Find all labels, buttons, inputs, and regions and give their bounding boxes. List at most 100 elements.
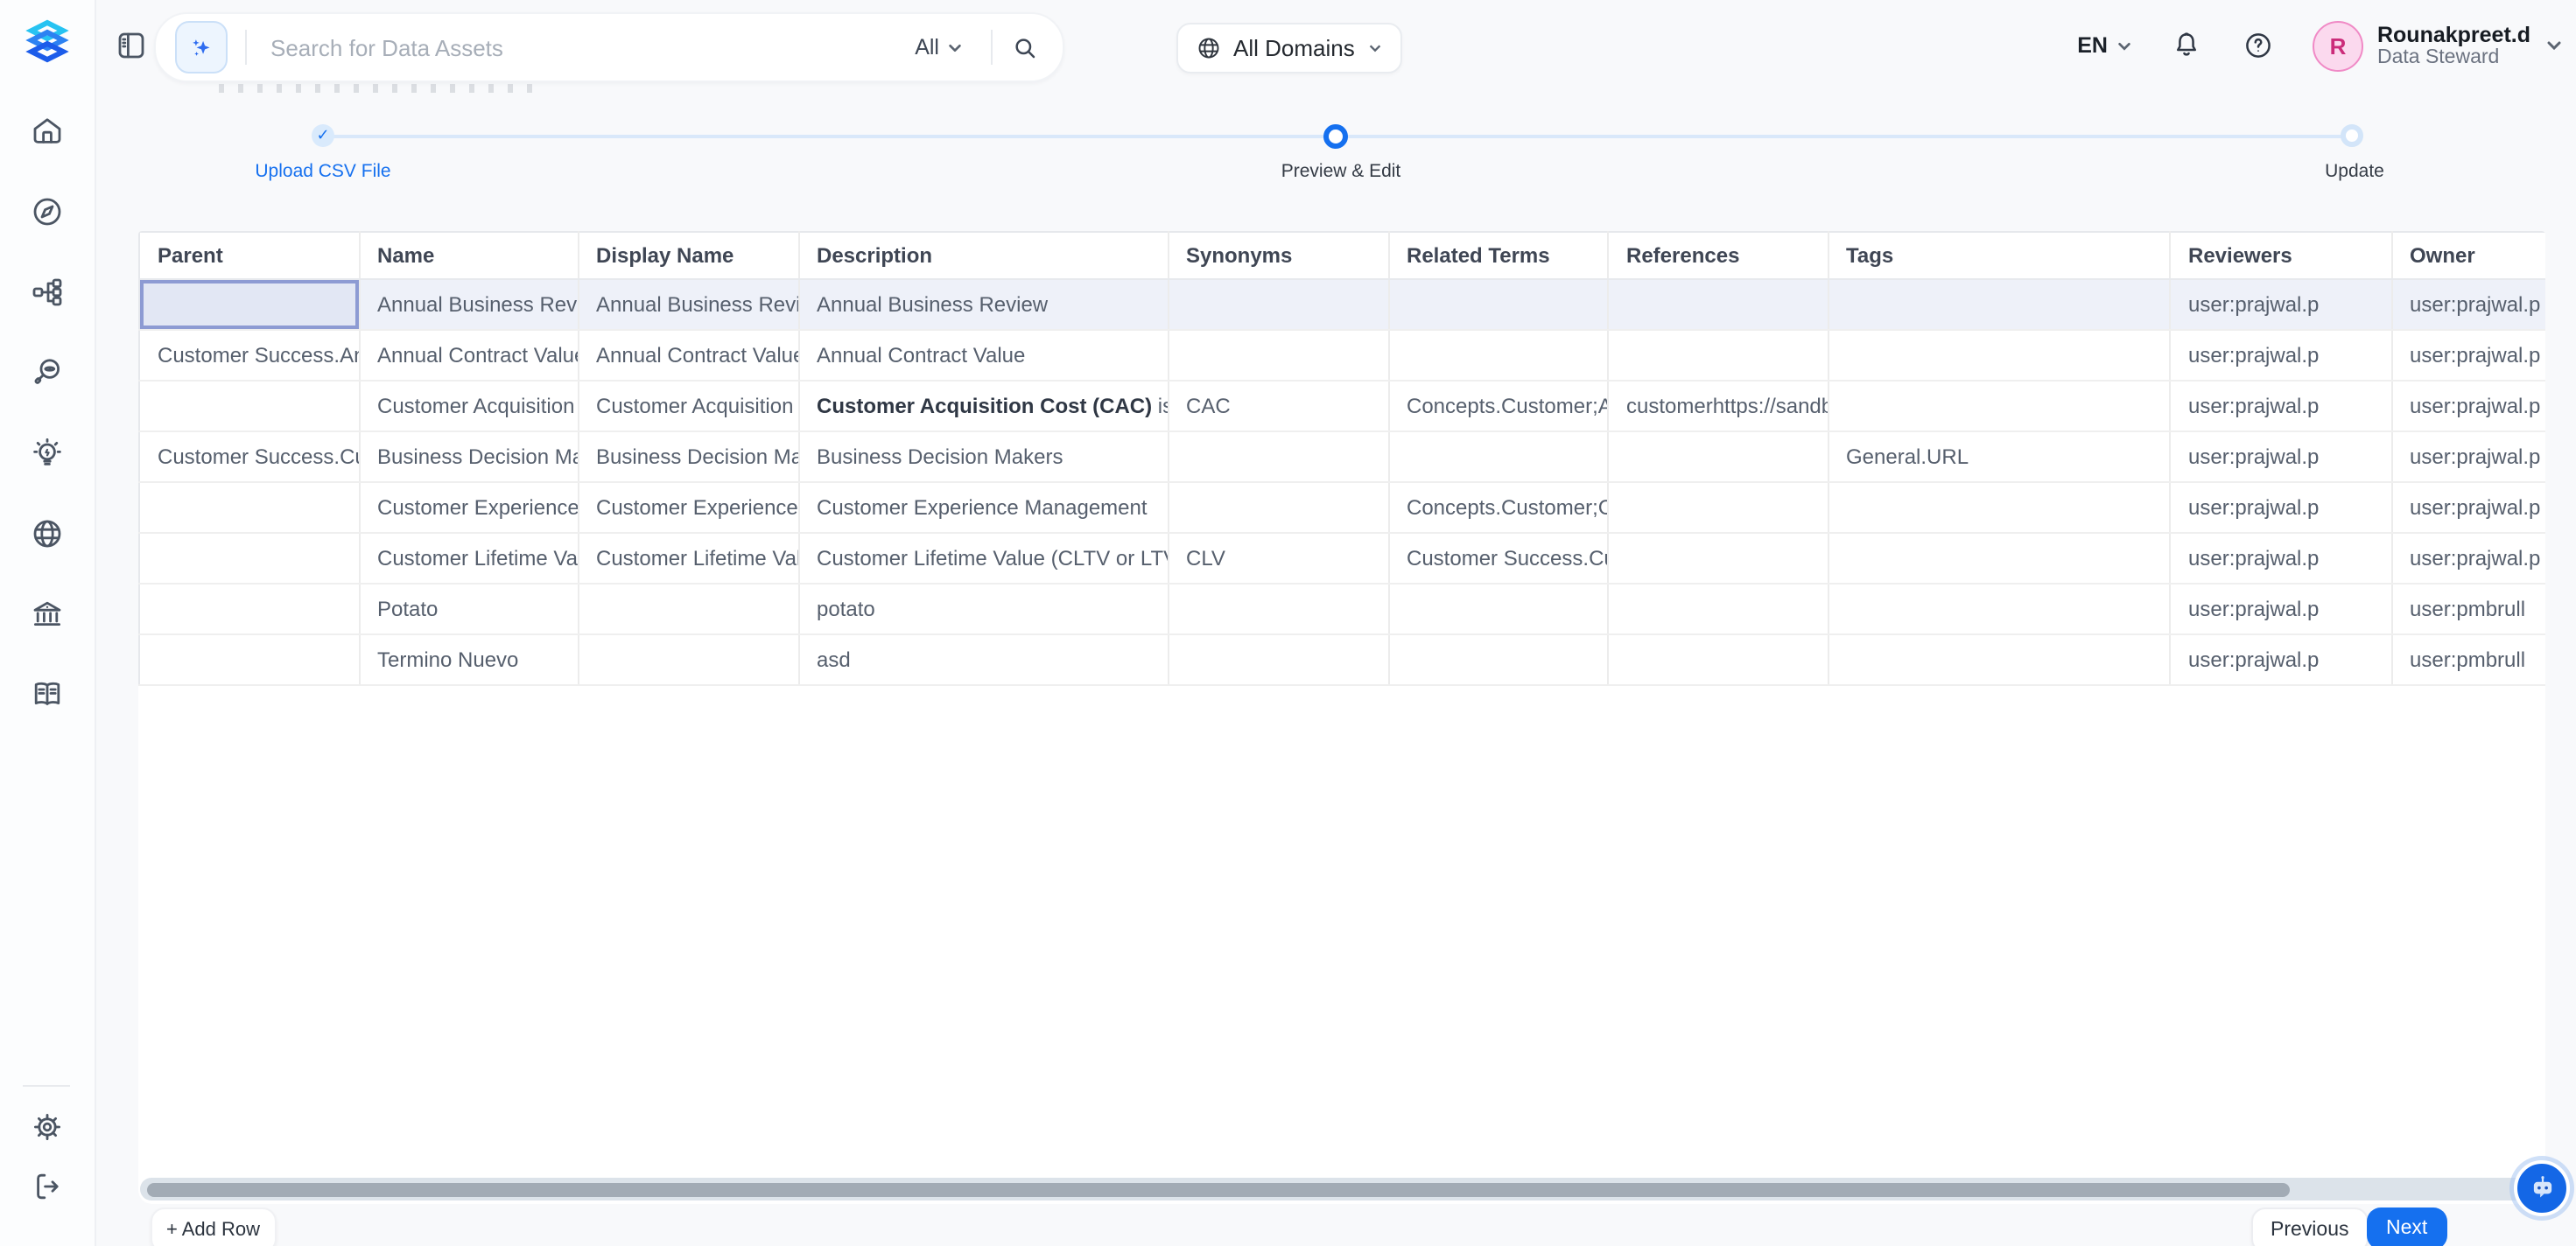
grid-cell-r4-c2[interactable]: Customer Experience ... (578, 482, 798, 533)
all-domains-button[interactable]: All Domains (1176, 23, 1402, 74)
logout-icon[interactable] (29, 1167, 66, 1204)
sidebar-item-home[interactable] (29, 112, 66, 149)
grid-cell-r4-c9[interactable]: user:prajwal.p (2391, 482, 2545, 533)
grid-cell-r7-c9[interactable]: user:pmbrull (2391, 634, 2545, 685)
grid-cell-r3-c4[interactable] (1168, 431, 1388, 482)
grid-cell-r4-c0[interactable] (139, 482, 359, 533)
grid-cell-r6-c3[interactable]: potato (798, 584, 1168, 634)
grid-cell-r3-c0[interactable]: Customer Success.Cu... (139, 431, 359, 482)
grid-cell-r7-c3[interactable]: asd (798, 634, 1168, 685)
grid-cell-r1-c6[interactable] (1608, 330, 1828, 381)
settings-gear-icon[interactable] (29, 1108, 66, 1144)
grid-cell-r0-c7[interactable] (1828, 279, 2170, 330)
grid-cell-r1-c0[interactable]: Customer Success.An... (139, 330, 359, 381)
grid-cell-r4-c4[interactable] (1168, 482, 1388, 533)
grid-cell-r6-c1[interactable]: Potato (359, 584, 578, 634)
grid-cell-r1-c9[interactable]: user:prajwal.p (2391, 330, 2545, 381)
step-upload-csv-label[interactable]: Upload CSV File (255, 161, 390, 182)
grid-cell-r5-c6[interactable] (1608, 533, 1828, 584)
grid-cell-r6-c2[interactable] (578, 584, 798, 634)
grid-cell-r6-c4[interactable] (1168, 584, 1388, 634)
sidebar-item-lineage[interactable] (29, 273, 66, 310)
grid-cell-r5-c2[interactable]: Customer Lifetime Val... (578, 533, 798, 584)
grid-cell-r4-c1[interactable]: Customer Experience ... (359, 482, 578, 533)
app-logo[interactable] (23, 16, 72, 68)
horizontal-scrollbar-track[interactable] (140, 1178, 2544, 1200)
grid-cell-r0-c4[interactable] (1168, 279, 1388, 330)
grid-cell-r0-c1[interactable]: Annual Business Review (359, 279, 578, 330)
grid-cell-r2-c7[interactable] (1828, 381, 2170, 431)
grid-cell-r2-c0[interactable] (139, 381, 359, 431)
grid-cell-r2-c6[interactable]: customerhttps://sandb... (1608, 381, 1828, 431)
grid-cell-r6-c6[interactable] (1608, 584, 1828, 634)
help-button[interactable] (2241, 28, 2276, 63)
panel-toggle-icon[interactable] (115, 30, 146, 61)
grid-cell-r2-c3[interactable]: Customer Acquisition Cost (CAC) is a ... (798, 381, 1168, 431)
grid-cell-r0-c2[interactable]: Annual Business Revie... (578, 279, 798, 330)
grid-cell-r6-c5[interactable] (1388, 584, 1608, 634)
grid-cell-r3-c2[interactable]: Business Decision Ma... (578, 431, 798, 482)
sidebar-item-explore[interactable] (29, 192, 66, 229)
grid-cell-r4-c3[interactable]: Customer Experience Management (798, 482, 1168, 533)
grid-cell-r6-c7[interactable] (1828, 584, 2170, 634)
sidebar-item-governance[interactable] (29, 595, 66, 632)
grid-cell-r3-c9[interactable]: user:prajwal.p (2391, 431, 2545, 482)
grid-cell-r5-c1[interactable]: Customer Lifetime Value (359, 533, 578, 584)
sidebar-item-glossary[interactable] (29, 676, 66, 712)
grid-cell-r7-c2[interactable] (578, 634, 798, 685)
grid-cell-r7-c6[interactable] (1608, 634, 1828, 685)
grid-cell-r3-c3[interactable]: Business Decision Makers (798, 431, 1168, 482)
grid-cell-r2-c1[interactable]: Customer Acquisition ... (359, 381, 578, 431)
grid-cell-r5-c7[interactable] (1828, 533, 2170, 584)
grid-cell-r3-c8[interactable]: user:prajwal.p (2170, 431, 2391, 482)
grid-cell-r0-c8[interactable]: user:prajwal.p (2170, 279, 2391, 330)
add-row-button[interactable]: + Add Row (151, 1208, 276, 1246)
grid-cell-r3-c7[interactable]: General.URL (1828, 431, 2170, 482)
grid-cell-r4-c6[interactable] (1608, 482, 1828, 533)
grid-cell-r4-c7[interactable] (1828, 482, 2170, 533)
grid-cell-r7-c8[interactable]: user:prajwal.p (2170, 634, 2391, 685)
ai-sparkles-icon[interactable] (174, 21, 227, 74)
grid-cell-r2-c5[interactable]: Concepts.Customer;A... (1388, 381, 1608, 431)
grid-cell-r0-c9[interactable]: user:prajwal.p (2391, 279, 2545, 330)
grid-cell-r1-c3[interactable]: Annual Contract Value (798, 330, 1168, 381)
grid-cell-r0-c5[interactable] (1388, 279, 1608, 330)
grid-cell-r2-c8[interactable]: user:prajwal.p (2170, 381, 2391, 431)
previous-button[interactable]: Previous (2251, 1208, 2369, 1246)
magnifier-icon[interactable] (999, 34, 1051, 60)
grid-cell-r5-c9[interactable]: user:prajwal.p (2391, 533, 2545, 584)
grid-cell-r5-c0[interactable] (139, 533, 359, 584)
grid-cell-r1-c2[interactable]: Annual Contract Value ... (578, 330, 798, 381)
grid-cell-r5-c3[interactable]: Customer Lifetime Value (CLTV or LTV) i.… (798, 533, 1168, 584)
grid-cell-r0-c6[interactable] (1608, 279, 1828, 330)
sidebar-item-insights[interactable] (29, 434, 66, 471)
grid-cell-r7-c7[interactable] (1828, 634, 2170, 685)
grid-cell-r1-c5[interactable] (1388, 330, 1608, 381)
grid-cell-r3-c5[interactable] (1388, 431, 1608, 482)
grid-cell-r7-c5[interactable] (1388, 634, 1608, 685)
user-menu[interactable]: R Rounakpreet.d Data Steward (2313, 20, 2562, 71)
search-scope-dropdown[interactable]: All (904, 35, 972, 60)
grid-cell-r4-c5[interactable]: Concepts.Customer;C... (1388, 482, 1608, 533)
grid-cell-r6-c9[interactable]: user:pmbrull (2391, 584, 2545, 634)
grid-cell-r7-c4[interactable] (1168, 634, 1388, 685)
grid-cell-r7-c0[interactable] (139, 634, 359, 685)
grid-cell-r1-c1[interactable]: Annual Contract Value (359, 330, 578, 381)
grid-cell-r7-c1[interactable]: Termino Nuevo (359, 634, 578, 685)
grid-cell-r0-c3[interactable]: Annual Business Review (798, 279, 1168, 330)
grid-cell-r4-c8[interactable]: user:prajwal.p (2170, 482, 2391, 533)
sidebar-item-domains[interactable] (29, 514, 66, 551)
next-button[interactable]: Next (2367, 1208, 2446, 1246)
grid-cell-r2-c2[interactable]: Customer Acquisition ... (578, 381, 798, 431)
chatbot-button[interactable] (2514, 1160, 2570, 1216)
grid-cell-r1-c4[interactable] (1168, 330, 1388, 381)
language-selector[interactable]: EN (2077, 33, 2132, 58)
grid-cell-r2-c4[interactable]: CAC (1168, 381, 1388, 431)
grid-cell-r5-c4[interactable]: CLV (1168, 533, 1388, 584)
grid-cell-r3-c1[interactable]: Business Decision Ma... (359, 431, 578, 482)
grid-cell-r5-c8[interactable]: user:prajwal.p (2170, 533, 2391, 584)
grid-cell-r6-c8[interactable]: user:prajwal.p (2170, 584, 2391, 634)
grid-cell-r1-c7[interactable] (1828, 330, 2170, 381)
grid-cell-r5-c5[interactable]: Customer Success.Cu... (1388, 533, 1608, 584)
grid-cell-r3-c6[interactable] (1608, 431, 1828, 482)
